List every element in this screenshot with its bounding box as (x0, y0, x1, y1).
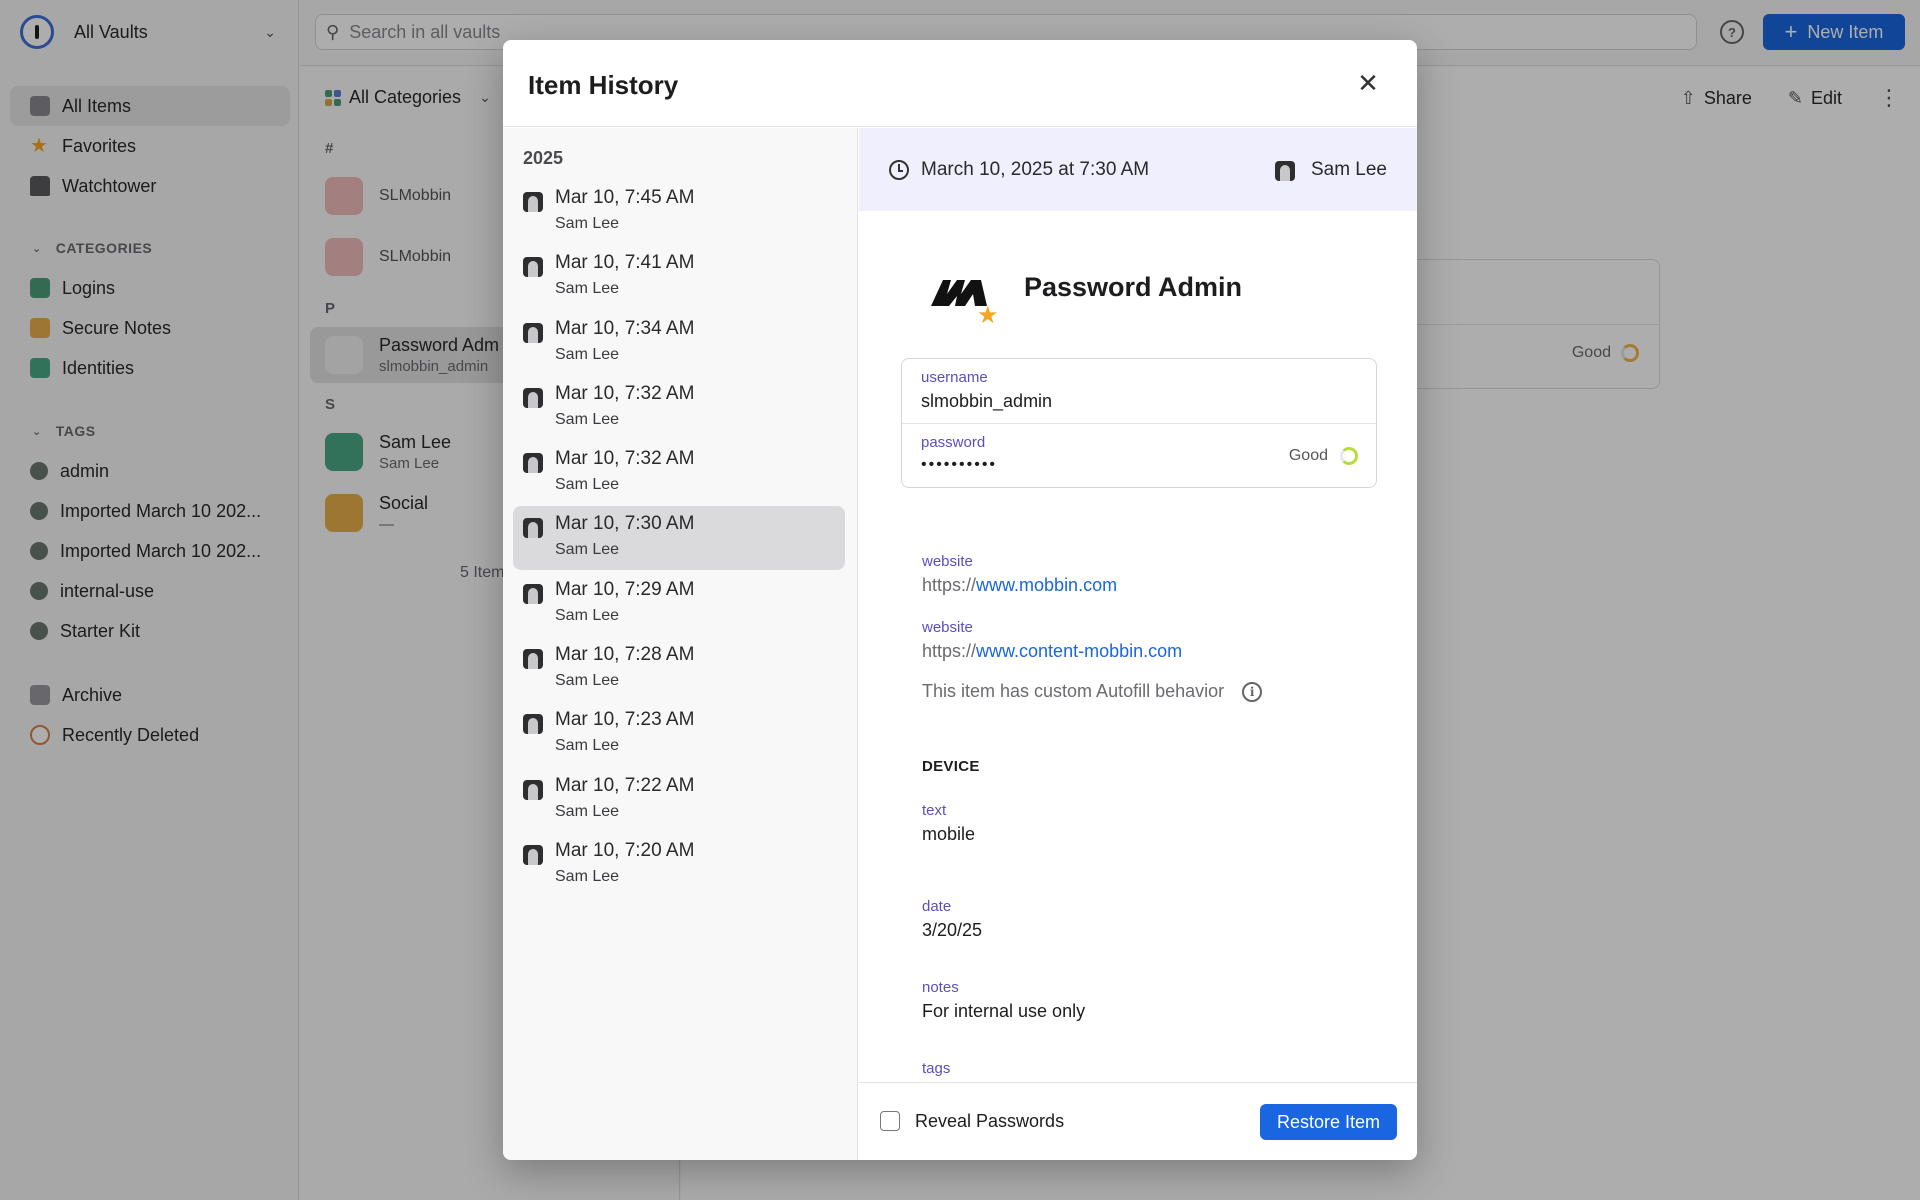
history-entry[interactable]: Mar 10, 7:34 AM Sam Lee (513, 311, 845, 375)
avatar (523, 649, 543, 669)
item-history-dialog: Item History ✕ 2025 Mar 10, 7:45 AM Sam … (503, 40, 1417, 1160)
history-entry-user: Sam Lee (555, 346, 620, 363)
tags-label: tags (922, 1060, 951, 1077)
history-entry-time: Mar 10, 7:22 AM (555, 775, 695, 796)
avatar (523, 453, 543, 473)
notes-value[interactable]: For internal use only (922, 1001, 1085, 1022)
history-entry-user: Sam Lee (555, 803, 620, 820)
date-field-label: date (922, 898, 952, 915)
history-entry-user: Sam Lee (555, 672, 620, 689)
history-entry-time: Mar 10, 7:30 AM (555, 513, 695, 534)
history-entry[interactable]: Mar 10, 7:28 AM Sam Lee (513, 637, 845, 701)
date-field-value[interactable]: 3/20/25 (922, 920, 982, 941)
history-entry-user: Sam Lee (555, 411, 620, 428)
avatar (523, 323, 543, 343)
dialog-header: Item History ✕ (503, 40, 1417, 127)
history-entry-time: Mar 10, 7:28 AM (555, 644, 695, 665)
text-field-value[interactable]: mobile (922, 824, 975, 845)
history-list: 2025 Mar 10, 7:45 AM Sam Lee Mar 10, 7:4… (503, 128, 858, 1160)
password-strength-label: Good (1288, 447, 1328, 464)
notes-label: notes (922, 979, 959, 996)
avatar (1275, 161, 1295, 181)
website-scheme: https:// (922, 641, 977, 661)
history-entry-user: Sam Lee (555, 868, 620, 885)
version-detail: ★ Password Admin username slmobbin_admin… (859, 212, 1417, 1082)
avatar (523, 584, 543, 604)
reveal-passwords-checkbox[interactable] (880, 1111, 900, 1131)
history-entry-time: Mar 10, 7:34 AM (555, 318, 695, 339)
history-entry-time: Mar 10, 7:45 AM (555, 187, 695, 208)
autofill-note-text: This item has custom Autofill behavior (922, 681, 1225, 701)
avatar (523, 518, 543, 538)
history-entry[interactable]: Mar 10, 7:45 AM Sam Lee (513, 180, 845, 244)
history-entry[interactable]: Mar 10, 7:20 AM Sam Lee (513, 833, 845, 897)
website-url[interactable]: https://www.mobbin.com (922, 575, 1117, 596)
history-entry[interactable]: Mar 10, 7:22 AM Sam Lee (513, 768, 845, 832)
website-link[interactable]: www.mobbin.com (976, 575, 1117, 595)
dialog-title: Item History (528, 70, 679, 100)
history-clock-icon (889, 160, 909, 180)
login-fields: username slmobbin_admin password •••••••… (901, 358, 1377, 488)
history-entry-selected[interactable]: Mar 10, 7:30 AM Sam Lee (513, 506, 845, 570)
history-entry-time: Mar 10, 7:32 AM (555, 448, 695, 469)
dialog-footer: Reveal Passwords Restore Item (859, 1082, 1417, 1160)
history-entry-user: Sam Lee (555, 215, 620, 232)
history-entry-user: Sam Lee (555, 541, 620, 558)
history-entry-user: Sam Lee (555, 280, 620, 297)
restore-item-button[interactable]: Restore Item (1260, 1104, 1397, 1140)
website-url[interactable]: https://www.content-mobbin.com (922, 641, 1182, 662)
avatar (523, 780, 543, 800)
avatar (523, 714, 543, 734)
history-entry-user: Sam Lee (555, 607, 620, 624)
history-year: 2025 (523, 148, 564, 168)
website-label: website (922, 553, 973, 570)
history-entry[interactable]: Mar 10, 7:23 AM Sam Lee (513, 702, 845, 766)
autofill-note: This item has custom Autofill behavior i (922, 681, 1263, 702)
avatar (523, 388, 543, 408)
history-entry-time: Mar 10, 7:23 AM (555, 709, 695, 730)
history-entry-user: Sam Lee (555, 476, 620, 493)
password-label: password (921, 434, 986, 451)
section-title: DEVICE (922, 758, 980, 775)
strength-ring-icon (1340, 447, 1358, 465)
avatar (523, 257, 543, 277)
username-label: username (921, 369, 988, 386)
favorite-star-icon: ★ (977, 302, 999, 329)
reveal-passwords-label[interactable]: Reveal Passwords (915, 1111, 1064, 1132)
text-field-label: text (922, 802, 947, 819)
avatar (523, 845, 543, 865)
info-icon[interactable]: i (1242, 681, 1263, 702)
website-label: website (922, 619, 973, 636)
password-strength: Good (1289, 447, 1358, 465)
history-entry[interactable]: Mar 10, 7:32 AM Sam Lee (513, 376, 845, 440)
history-entry-user: Sam Lee (555, 737, 620, 754)
history-entry[interactable]: Mar 10, 7:32 AM Sam Lee (513, 441, 845, 505)
version-header: March 10, 2025 at 7:30 AM Sam Lee (859, 128, 1417, 211)
history-entry[interactable]: Mar 10, 7:29 AM Sam Lee (513, 572, 845, 636)
item-name: Password Admin (1024, 272, 1243, 302)
password-value[interactable]: •••••••••• (921, 456, 997, 474)
version-author: Sam Lee (1310, 159, 1387, 180)
website-scheme: https:// (922, 575, 977, 595)
history-entry-time: Mar 10, 7:32 AM (555, 383, 695, 404)
history-entry-time: Mar 10, 7:41 AM (555, 252, 695, 273)
version-date: March 10, 2025 at 7:30 AM (921, 159, 1150, 180)
close-icon[interactable]: ✕ (1353, 68, 1383, 98)
history-entry-time: Mar 10, 7:29 AM (555, 579, 695, 600)
history-entry[interactable]: Mar 10, 7:41 AM Sam Lee (513, 245, 845, 309)
avatar (523, 192, 543, 212)
history-entry-time: Mar 10, 7:20 AM (555, 840, 695, 861)
username-value[interactable]: slmobbin_admin (921, 391, 1052, 412)
website-link[interactable]: www.content-mobbin.com (976, 641, 1182, 661)
